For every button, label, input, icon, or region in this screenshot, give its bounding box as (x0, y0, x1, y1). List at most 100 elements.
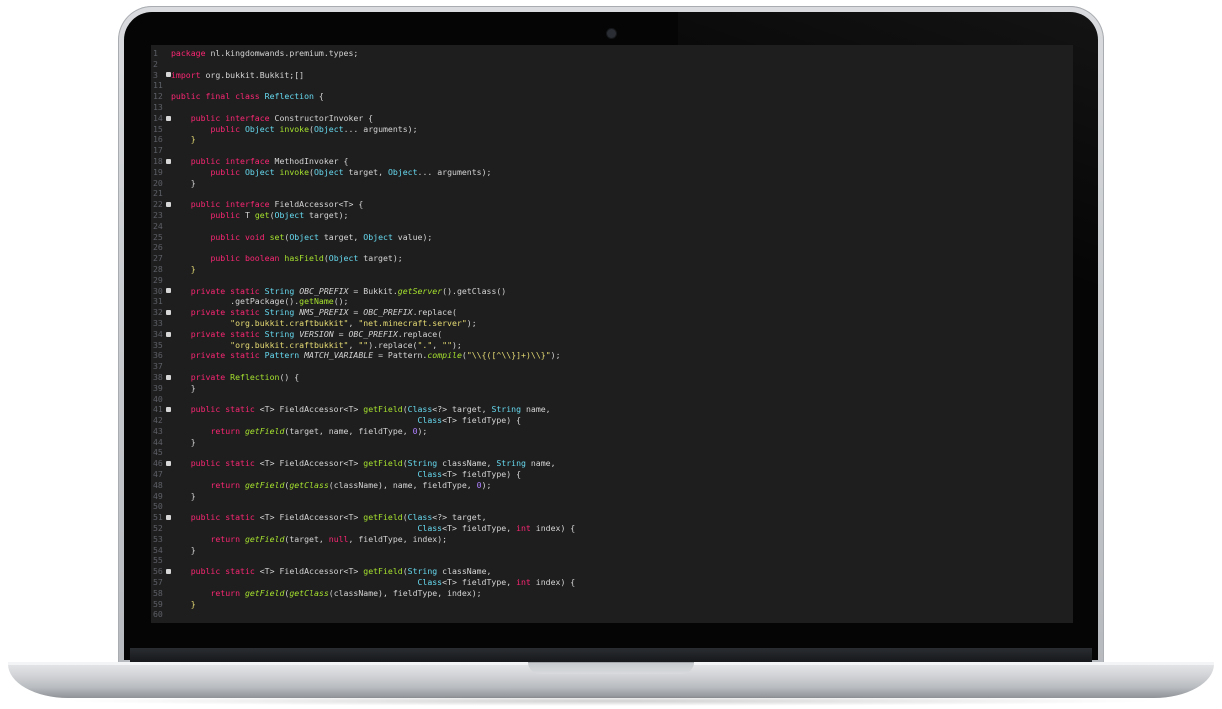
line-number: 3 (153, 69, 158, 80)
code-line[interactable]: 19 public Object invoke(Object target, O… (151, 167, 1073, 178)
code-text: private static String OBC_PREFIX = Bukki… (171, 285, 507, 297)
line-number: 44 (153, 436, 163, 447)
code-line[interactable]: 50 (151, 501, 1073, 512)
code-token: int (516, 523, 531, 534)
code-line[interactable]: 37 (151, 361, 1073, 372)
fold-toggle-icon[interactable] (165, 461, 171, 467)
code-line[interactable]: 42 Class<T> fieldType) { (151, 415, 1073, 426)
code-line[interactable]: 34 private static String VERSION = OBC_P… (151, 329, 1073, 340)
code-line[interactable]: 12 public final class Reflection { (151, 91, 1073, 102)
code-line[interactable]: 26 (151, 242, 1073, 253)
code-line[interactable]: 45 (151, 447, 1073, 458)
code-line[interactable]: 47 Class<T> fieldType) { (151, 469, 1073, 480)
code-line[interactable]: 40 (151, 394, 1073, 405)
code-line[interactable]: 54 } (151, 545, 1073, 556)
code-line[interactable]: 52 Class<T> fieldType, int index) { (151, 523, 1073, 534)
fold-gutter (165, 80, 171, 91)
code-line[interactable]: 11 (151, 80, 1073, 91)
line-number: 12 (153, 91, 163, 102)
code-line[interactable]: 24 (151, 221, 1073, 232)
code-line[interactable]: 35 "org.bukkit.craftbukkit", "").replace… (151, 340, 1073, 351)
code-text: return getField(getClass(className), fie… (171, 588, 481, 599)
code-line[interactable]: 46 public static <T> FieldAccessor<T> ge… (151, 458, 1073, 469)
code-line[interactable]: 18 public interface MethodInvoker { (151, 156, 1073, 167)
code-line[interactable]: 58 return getField(getClass(className), … (151, 588, 1073, 599)
code-line[interactable]: 56 public static <T> FieldAccessor<T> ge… (151, 566, 1073, 577)
fold-toggle-icon[interactable] (165, 515, 171, 521)
code-line[interactable]: 28 } (151, 264, 1073, 275)
code-line[interactable]: 53 return getField(target, null, fieldTy… (151, 534, 1073, 545)
fold-gutter (165, 447, 171, 458)
code-line[interactable]: 30 private static String OBC_PREFIX = Bu… (151, 286, 1073, 297)
code-token: public void (210, 231, 265, 242)
code-token: OBC_PREFIX (299, 285, 349, 296)
code-token: ); (466, 317, 477, 328)
laptop-opening-notch (528, 662, 694, 674)
code-line[interactable]: 59 } (151, 599, 1073, 610)
fold-toggle-icon[interactable] (165, 288, 171, 294)
code-token: , (348, 339, 359, 350)
code-line[interactable]: 25 public void set(Object target, Object… (151, 232, 1073, 243)
code-line[interactable]: 51 public static <T> FieldAccessor<T> ge… (151, 512, 1073, 523)
fold-toggle-icon[interactable] (165, 158, 171, 164)
fold-toggle-icon[interactable] (165, 310, 171, 316)
code-token: public (210, 209, 241, 220)
code-line[interactable]: 1 package nl.kingdomwands.premium.types; (151, 48, 1073, 59)
code-token: target, (318, 231, 364, 242)
code-line[interactable]: 3 import org.bukkit.Bukkit;[] (151, 70, 1073, 81)
code-line[interactable]: 33 "org.bukkit.craftbukkit", "net.minecr… (151, 318, 1073, 329)
code-line[interactable]: 27 public boolean hasField(Object target… (151, 253, 1073, 264)
fold-toggle-icon[interactable] (165, 72, 171, 78)
code-line[interactable]: 55 (151, 555, 1073, 566)
code-line[interactable]: 23 public T get(Object target); (151, 210, 1073, 221)
code-text: } (171, 599, 196, 610)
code-line[interactable]: 13 (151, 102, 1073, 113)
line-number: 48 (153, 479, 163, 490)
code-editor[interactable]: 1 package nl.kingdomwands.premium.types; 2… (151, 45, 1073, 623)
fold-gutter (165, 501, 171, 512)
fold-gutter (165, 275, 171, 286)
fold-toggle-icon[interactable] (165, 202, 171, 208)
code-line[interactable]: 17 (151, 145, 1073, 156)
code-line[interactable]: 57 Class<T> fieldType, int index) { (151, 577, 1073, 588)
code-line[interactable]: 60 (151, 609, 1073, 620)
code-token: target); (304, 209, 349, 220)
code-line[interactable]: 41 public static <T> FieldAccessor<T> ge… (151, 404, 1073, 415)
code-line[interactable]: 14 public interface ConstructorInvoker { (151, 113, 1073, 124)
code-line[interactable]: 15 public Object invoke(Object... argume… (151, 124, 1073, 135)
code-line[interactable]: 29 (151, 275, 1073, 286)
code-token: <T> FieldAccessor<T> (254, 566, 364, 577)
code-line[interactable]: 39 } (151, 383, 1073, 394)
code-line[interactable]: 32 private static String NMS_PREFIX = OB… (151, 307, 1073, 318)
code-line[interactable]: 21 (151, 188, 1073, 199)
fold-toggle-icon[interactable] (165, 374, 171, 380)
code-line[interactable]: 49 } (151, 491, 1073, 502)
code-line[interactable]: 31 .getPackage().getName(); (151, 296, 1073, 307)
code-line[interactable]: 43 return getField(target, name, fieldTy… (151, 426, 1073, 437)
code-text: private static Pattern MATCH_VARIABLE = … (171, 350, 561, 361)
code-line[interactable]: 36 private static Pattern MATCH_VARIABLE… (151, 350, 1073, 361)
fold-toggle-icon[interactable] (165, 407, 171, 413)
code-line[interactable]: 16 } (151, 134, 1073, 145)
code-line[interactable]: 44 } (151, 437, 1073, 448)
fold-toggle-icon[interactable] (165, 115, 171, 121)
fold-toggle-icon[interactable] (165, 569, 171, 575)
code-area[interactable]: 1 package nl.kingdomwands.premium.types; 2… (151, 48, 1073, 620)
code-line[interactable]: 38 private Reflection() { (151, 372, 1073, 383)
code-line[interactable]: 2 (151, 59, 1073, 70)
code-line[interactable]: 22 public interface FieldAccessor<T> { (151, 199, 1073, 210)
line-number: 27 (153, 253, 163, 264)
fold-toggle-icon[interactable] (165, 331, 171, 337)
code-line[interactable]: 20 } (151, 178, 1073, 189)
line-number: 57 (153, 577, 163, 588)
line-number: 53 (153, 533, 163, 544)
code-line[interactable]: 48 return getField(getClass(className), … (151, 480, 1073, 491)
code-token: String (407, 458, 438, 469)
